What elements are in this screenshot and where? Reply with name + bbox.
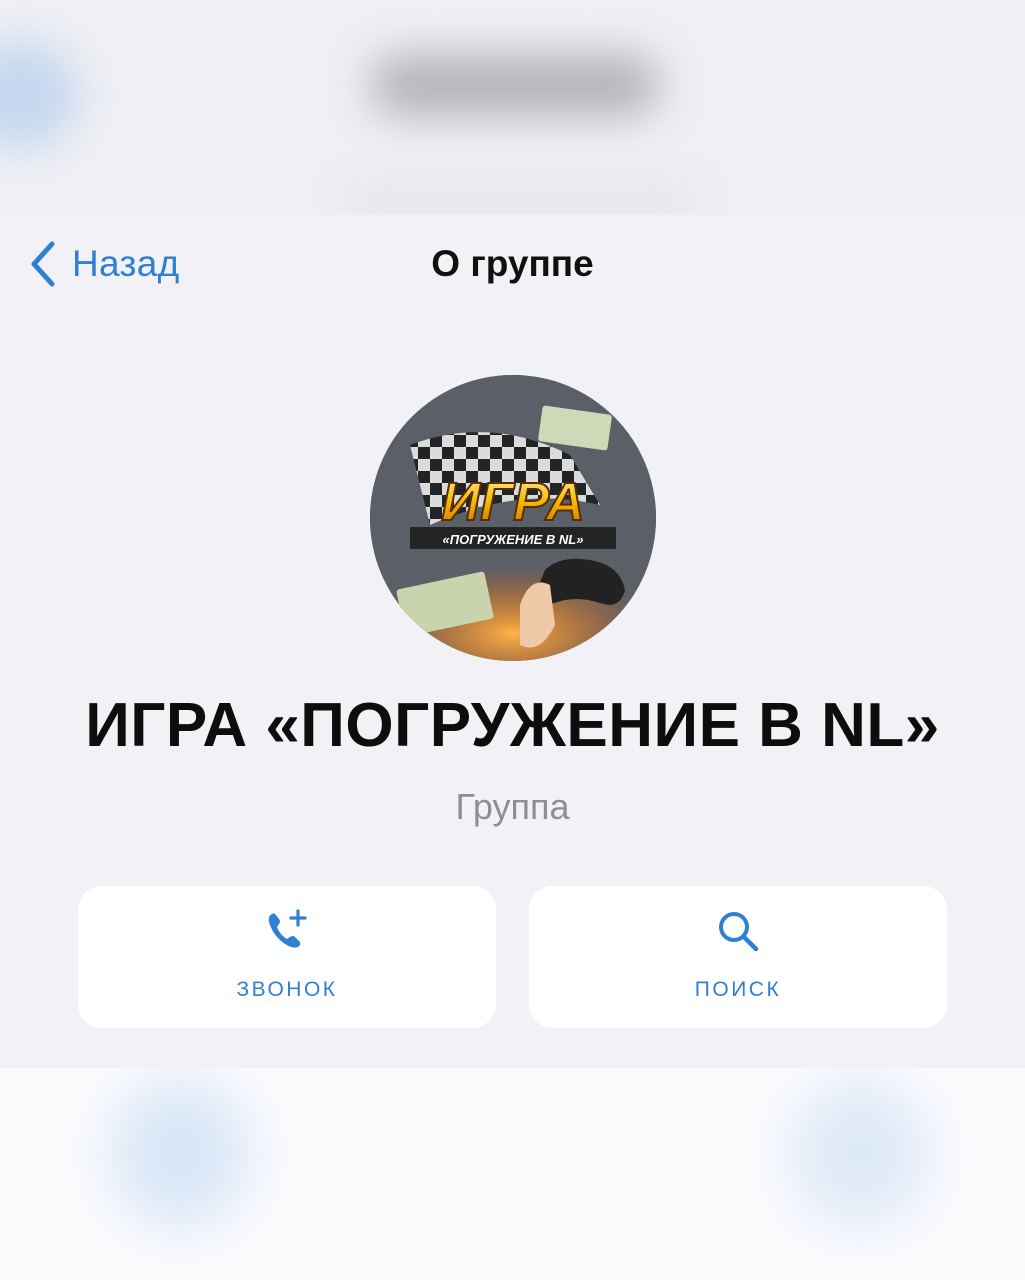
search-button[interactable]: ПОИСК xyxy=(529,886,947,1028)
blurred-header-area xyxy=(0,0,1025,215)
phone-plus-icon xyxy=(268,909,307,948)
blurred-blob xyxy=(110,1078,250,1228)
avatar-title: ИГРА xyxy=(441,472,585,532)
blurred-text xyxy=(370,55,660,115)
group-avatar[interactable]: ИГРА «ПОГРУЖЕНИЕ В NL» xyxy=(370,375,656,661)
search-label: ПОИСК xyxy=(694,978,782,1001)
blurred-footer-area xyxy=(0,1068,1025,1280)
blurred-blob xyxy=(0,40,80,150)
avatar-image: ИГРА «ПОГРУЖЕНИЕ В NL» xyxy=(370,375,656,661)
avatar-subtitle: «ПОГРУЖЕНИЕ В NL» xyxy=(443,532,584,547)
navigation-bar: Назад О группе xyxy=(0,215,1025,315)
call-label: ЗВОНОК xyxy=(236,978,338,1001)
group-name: ИГРА «ПОГРУЖЕНИЕ В NL» xyxy=(85,691,940,760)
search-icon xyxy=(719,912,759,952)
page-title: О группе xyxy=(431,243,594,284)
blurred-divider xyxy=(340,190,700,210)
call-button[interactable]: ЗВОНОК xyxy=(78,886,496,1028)
blurred-blob xyxy=(790,1078,930,1228)
group-info-screen: Назад О группе ИГРА «ПОГРУЖЕНИЕ В NL» ИГ… xyxy=(0,0,1025,1280)
group-type: Группа xyxy=(455,786,570,827)
